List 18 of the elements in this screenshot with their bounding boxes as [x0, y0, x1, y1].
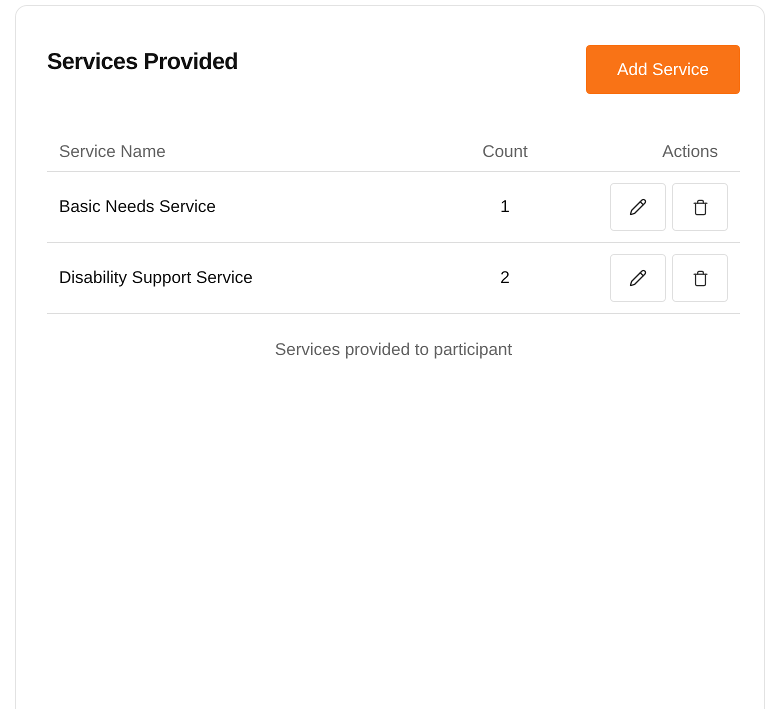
- section-title: Services Provided: [47, 47, 238, 76]
- column-header: Service Name: [58, 140, 167, 163]
- edit-button[interactable]: [610, 183, 666, 231]
- column-header: Count: [482, 140, 528, 163]
- pencil-icon: [629, 198, 647, 216]
- trash-icon: [692, 270, 708, 286]
- table-cell-text: 2: [500, 267, 510, 290]
- column-header: Actions: [662, 140, 718, 163]
- table-caption: Services provided to participant: [274, 339, 512, 361]
- table-cell-text: 1: [500, 196, 510, 218]
- table-cell-text: Disability Support Service: [59, 267, 254, 290]
- pencil-icon: [629, 269, 647, 287]
- delete-button[interactable]: [672, 183, 728, 231]
- add-service-button[interactable]: Add Service: [586, 45, 740, 94]
- table-cell-text: Basic Needs Service: [59, 196, 217, 218]
- edit-button[interactable]: [610, 254, 666, 302]
- delete-button[interactable]: [672, 254, 728, 302]
- trash-icon: [692, 198, 708, 216]
